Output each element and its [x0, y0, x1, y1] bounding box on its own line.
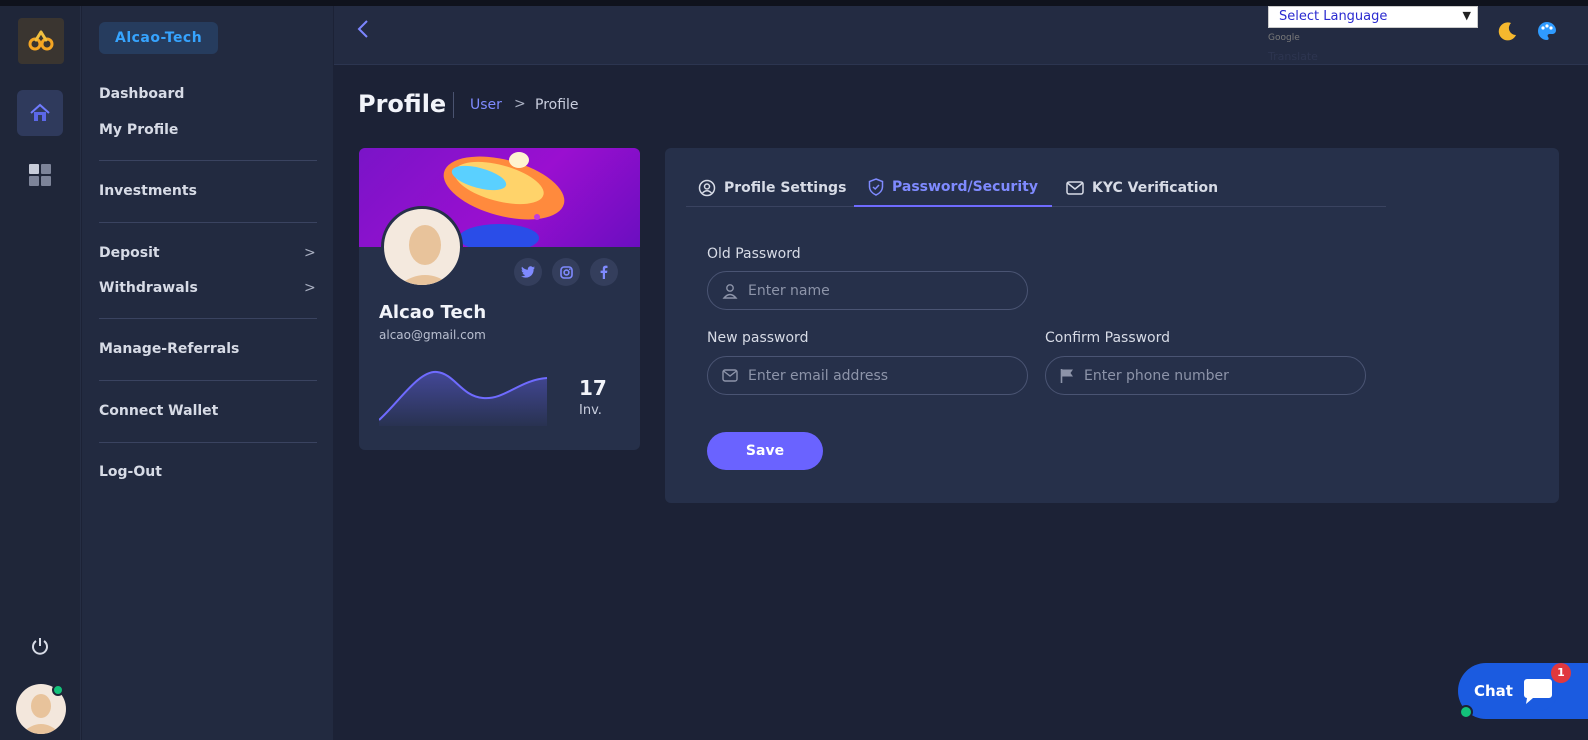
chevron-left-icon: [357, 20, 368, 38]
avatar-icon: [398, 225, 452, 285]
old-password-label: Old Password: [707, 246, 801, 262]
twitter-icon: [521, 266, 535, 278]
moon-icon: [1498, 22, 1516, 41]
flag-icon: [1060, 368, 1073, 383]
rail-home-button[interactable]: [17, 90, 63, 136]
divider: [99, 160, 317, 161]
collapse-sidebar-button[interactable]: [356, 18, 370, 46]
sidebar-item-dashboard[interactable]: Dashboard: [99, 86, 184, 102]
user-circle-icon: [698, 179, 716, 196]
profile-card: Alcao Tech alcao@gmail.com 17 Inv.: [359, 148, 640, 450]
confirm-password-label: Confirm Password: [1045, 330, 1171, 346]
twitter-link[interactable]: [514, 258, 542, 286]
logo-icon: [28, 30, 54, 51]
mail-icon: [1066, 180, 1084, 195]
sidebar-item-deposit[interactable]: Deposit: [99, 245, 160, 261]
profile-email: alcao@gmail.com: [379, 328, 486, 342]
google-text: Google: [1268, 33, 1300, 43]
breadcrumb-parent[interactable]: User: [470, 97, 502, 113]
sidebar-item-log-out[interactable]: Log-Out: [99, 464, 162, 480]
facebook-icon: [600, 265, 608, 279]
translate-link[interactable]: Translate: [1268, 50, 1318, 63]
investments-label: Inv.: [579, 403, 602, 418]
chat-online-indicator: [1459, 705, 1473, 719]
breadcrumb-current: Profile: [535, 97, 579, 113]
investments-count: 17: [579, 376, 607, 400]
shield-icon: [868, 177, 884, 196]
chevron-right-icon[interactable]: >: [304, 280, 316, 296]
page-title: Profile: [358, 90, 447, 118]
new-password-label: New password: [707, 330, 809, 346]
sidebar-item-my-profile[interactable]: My Profile: [99, 122, 178, 138]
mail-icon: [722, 369, 738, 382]
settings-tabs: Profile Settings Password/Security KYC V…: [686, 168, 1386, 207]
confirm-password-input[interactable]: [1084, 367, 1334, 384]
save-button[interactable]: Save: [707, 432, 823, 470]
old-password-field[interactable]: [707, 271, 1028, 310]
chat-unread-badge: 1: [1551, 663, 1571, 683]
new-password-field[interactable]: [707, 356, 1028, 395]
profile-name: Alcao Tech: [379, 302, 487, 323]
divider: [99, 318, 317, 319]
investments-sparkline: [379, 370, 548, 426]
tab-profile-settings[interactable]: Profile Settings: [698, 168, 846, 207]
language-select[interactable]: Select Language ▼: [1268, 6, 1478, 28]
dark-mode-toggle[interactable]: [1496, 20, 1518, 42]
tab-label: Password/Security: [892, 178, 1038, 195]
tab-password-security[interactable]: Password/Security: [854, 168, 1052, 207]
sidebar-item-withdrawals[interactable]: Withdrawals: [99, 280, 198, 296]
old-password-input[interactable]: [748, 282, 998, 299]
home-icon: [30, 103, 50, 121]
online-indicator: [52, 684, 64, 696]
theme-palette-button[interactable]: [1536, 20, 1558, 42]
sidebar-item-manage-referrals[interactable]: Manage-Referrals: [99, 341, 239, 357]
tab-label: KYC Verification: [1092, 179, 1219, 196]
chevron-right-icon[interactable]: >: [304, 245, 316, 261]
instagram-link[interactable]: [552, 258, 580, 286]
divider: [99, 442, 317, 443]
divider: [99, 222, 317, 223]
brand-badge[interactable]: Alcao-Tech: [99, 22, 219, 54]
divider: [99, 380, 317, 381]
palette-icon: [1538, 21, 1557, 40]
sidebar-item-connect-wallet[interactable]: Connect Wallet: [99, 403, 218, 419]
breadcrumb-separator: >: [514, 96, 526, 112]
rail-apps-button[interactable]: [29, 164, 51, 186]
chevron-down-icon: ▼: [1462, 9, 1471, 22]
profile-avatar: [381, 206, 463, 288]
app-logo[interactable]: [18, 18, 64, 64]
tab-kyc-verification[interactable]: KYC Verification: [1066, 168, 1218, 207]
rail-power-button[interactable]: [30, 636, 50, 656]
chat-widget[interactable]: Chat 1: [1458, 663, 1588, 719]
settings-card: Profile Settings Password/Security KYC V…: [665, 148, 1559, 503]
user-icon: [722, 283, 738, 299]
sidebar-item-investments[interactable]: Investments: [99, 183, 197, 199]
tab-label: Profile Settings: [724, 179, 847, 196]
top-bar: Select Language ▼ Google Translate: [334, 6, 1588, 65]
power-icon: [32, 638, 48, 655]
icon-rail: [0, 6, 81, 740]
new-password-input[interactable]: [748, 367, 998, 384]
divider: [453, 92, 454, 118]
confirm-password-field[interactable]: [1045, 356, 1366, 395]
grid-icon: [29, 164, 51, 186]
instagram-icon: [559, 265, 573, 279]
sidebar-menu: Alcao-Tech Dashboard My Profile Investme…: [82, 6, 333, 740]
google-label: Google: [1268, 33, 1300, 43]
message-icon: [1524, 679, 1552, 704]
language-select-value: Select Language: [1279, 9, 1388, 24]
chat-label: Chat: [1474, 682, 1513, 700]
facebook-link[interactable]: [590, 258, 618, 286]
